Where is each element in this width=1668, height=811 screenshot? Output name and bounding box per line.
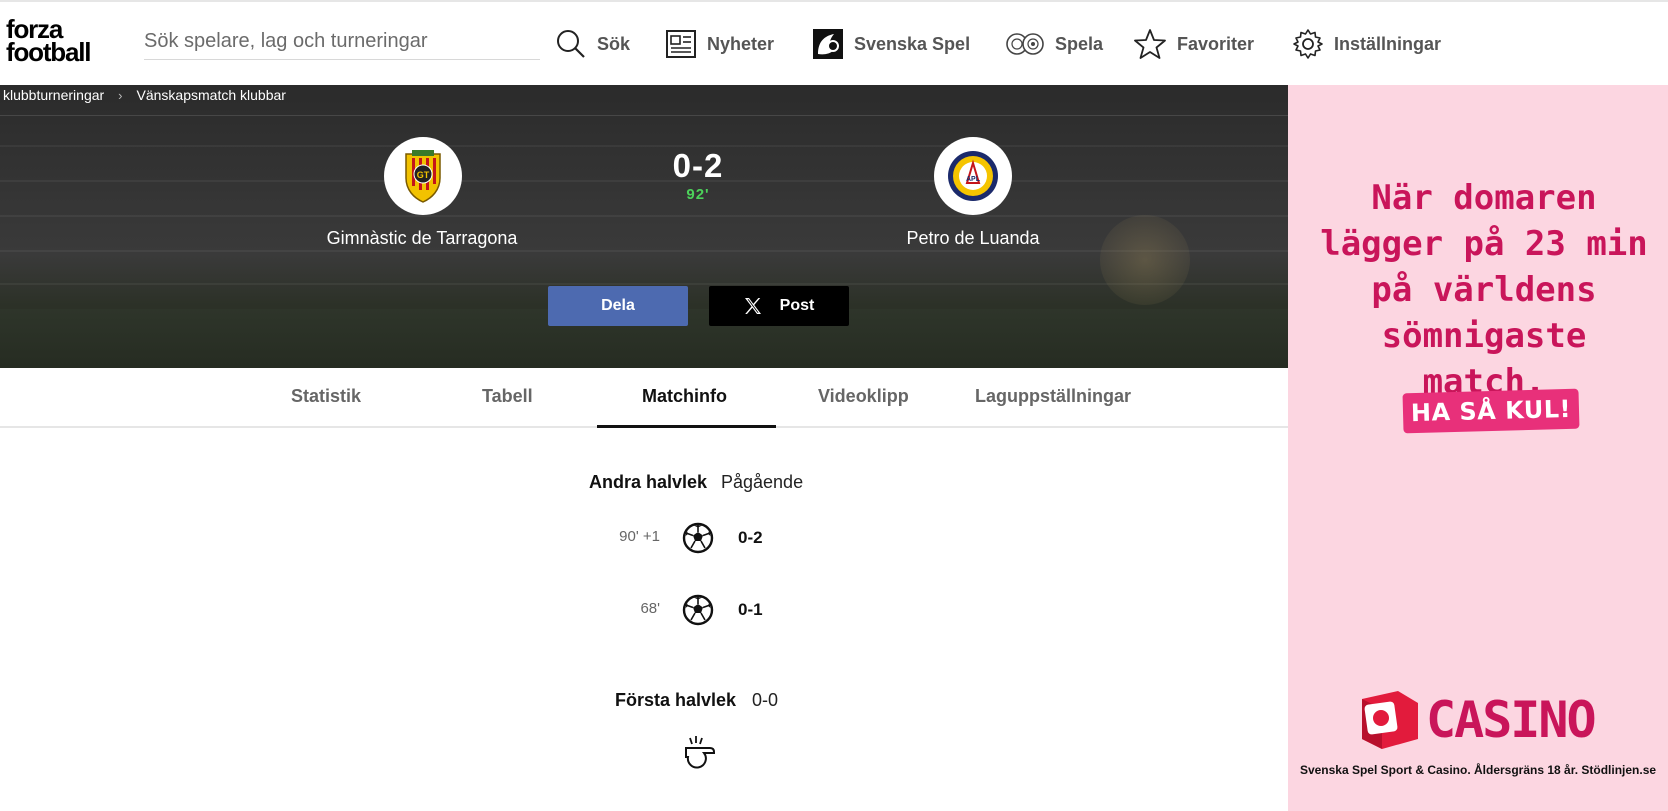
search-icon (557, 30, 585, 58)
event-score: 0-1 (738, 600, 763, 619)
petro-crest-icon: APL (948, 151, 998, 201)
x-logo-icon (744, 298, 761, 314)
away-team-name[interactable]: Petro de Luanda (843, 228, 1103, 249)
ad-headline: När domaren lägger på 23 min på världens… (1320, 178, 1648, 402)
nav-search[interactable]: Sök (555, 24, 630, 64)
nav-news-label: Nyheter (707, 33, 775, 54)
breadcrumb: klubbturneringar › Vänskapsmatch klubbar (3, 87, 286, 103)
forza-football-logo[interactable]: forza football (6, 16, 116, 70)
first-half-title: Första halvlek (615, 690, 737, 710)
breadcrumb-separator: › (118, 87, 123, 103)
ad-brand-word: CASINO (1426, 691, 1597, 749)
tab-matchinfo[interactable]: Matchinfo (642, 386, 727, 407)
ad-legal-text: Svenska Spel Sport & Casino. Åldersgräns… (1299, 763, 1657, 777)
post-on-x-button[interactable]: Post (709, 286, 849, 326)
nav-play-label: Spela (1055, 33, 1104, 54)
second-half-status: Pågående (721, 472, 804, 492)
second-half-title: Andra halvlek (589, 472, 708, 492)
chips-icon (1006, 33, 1044, 55)
breadcrumb-item-friendlies[interactable]: Vänskapsmatch klubbar (137, 87, 286, 103)
match-tabs: Statistik Tabell Matchinfo Videoklipp La… (0, 368, 1288, 428)
star-icon (1134, 29, 1166, 59)
breadcrumb-item-tournaments[interactable]: klubbturneringar (3, 87, 104, 103)
casino-box-icon (1362, 691, 1418, 749)
nav-svenska-spel[interactable]: Svenska Spel (812, 24, 970, 64)
logo-line-2: football (6, 37, 91, 67)
gimnastic-crest-icon: GT (405, 150, 441, 203)
event-minute: 68' (640, 600, 660, 617)
active-tab-indicator (597, 425, 776, 428)
match-hero: klubbturneringar › Vänskapsmatch klubbar… (0, 85, 1288, 368)
match-minute: 92' (686, 186, 710, 203)
advertisement-banner[interactable]: När domaren lägger på 23 min på världens… (1288, 85, 1668, 811)
search-input[interactable] (144, 24, 540, 58)
share-button[interactable]: Dela (548, 286, 688, 326)
gear-icon (1293, 29, 1323, 59)
first-half-score: 0-0 (752, 690, 779, 710)
tab-video-clips[interactable]: Videoklipp (818, 386, 909, 407)
stadium-decor (0, 250, 1288, 252)
event-score: 0-2 (738, 528, 763, 547)
nav-news[interactable]: Nyheter (665, 24, 774, 64)
away-team-crest[interactable]: APL (934, 137, 1012, 215)
stadium-decor (0, 283, 1288, 285)
stadium-decor (0, 215, 1288, 217)
football-icon (682, 594, 714, 626)
nav-play[interactable]: Spela (1005, 24, 1103, 64)
tab-lineups[interactable]: Laguppställningar (975, 386, 1131, 407)
nav-favorites-label: Favoriter (1177, 33, 1255, 54)
news-icon (666, 30, 696, 58)
football-icon (682, 522, 714, 554)
stadium-light (1100, 215, 1190, 305)
home-team-name[interactable]: Gimnàstic de Tarragona (292, 228, 552, 249)
nav-svenska-spel-label: Svenska Spel (854, 33, 971, 54)
whistle-icon (685, 736, 715, 769)
nav-favorites[interactable]: Favoriter (1133, 24, 1254, 64)
nav-settings[interactable]: Inställningar (1292, 24, 1441, 64)
tab-statistics[interactable]: Statistik (291, 386, 361, 407)
breadcrumb-divider (0, 115, 1288, 116)
ad-casino-logo[interactable]: CASINO (1358, 689, 1597, 751)
svenska-spel-icon (813, 29, 843, 59)
home-team-crest[interactable]: GT (384, 137, 462, 215)
match-score: 0-2 (672, 147, 724, 184)
post-button-label: Post (779, 297, 815, 314)
search-box (144, 24, 540, 60)
svg-text:GT: GT (417, 170, 430, 180)
event-minute: 90' +1 (619, 528, 660, 545)
svg-text:APL: APL (966, 176, 981, 183)
top-navigation-bar: forza football Sök Nyheter Svenska Spel … (0, 0, 1668, 85)
nav-settings-label: Inställningar (1334, 33, 1442, 54)
ad-cta-button[interactable]: HA SÅ KUL! (1402, 388, 1580, 434)
tab-table[interactable]: Tabell (482, 386, 533, 407)
nav-search-label: Sök (597, 33, 631, 54)
